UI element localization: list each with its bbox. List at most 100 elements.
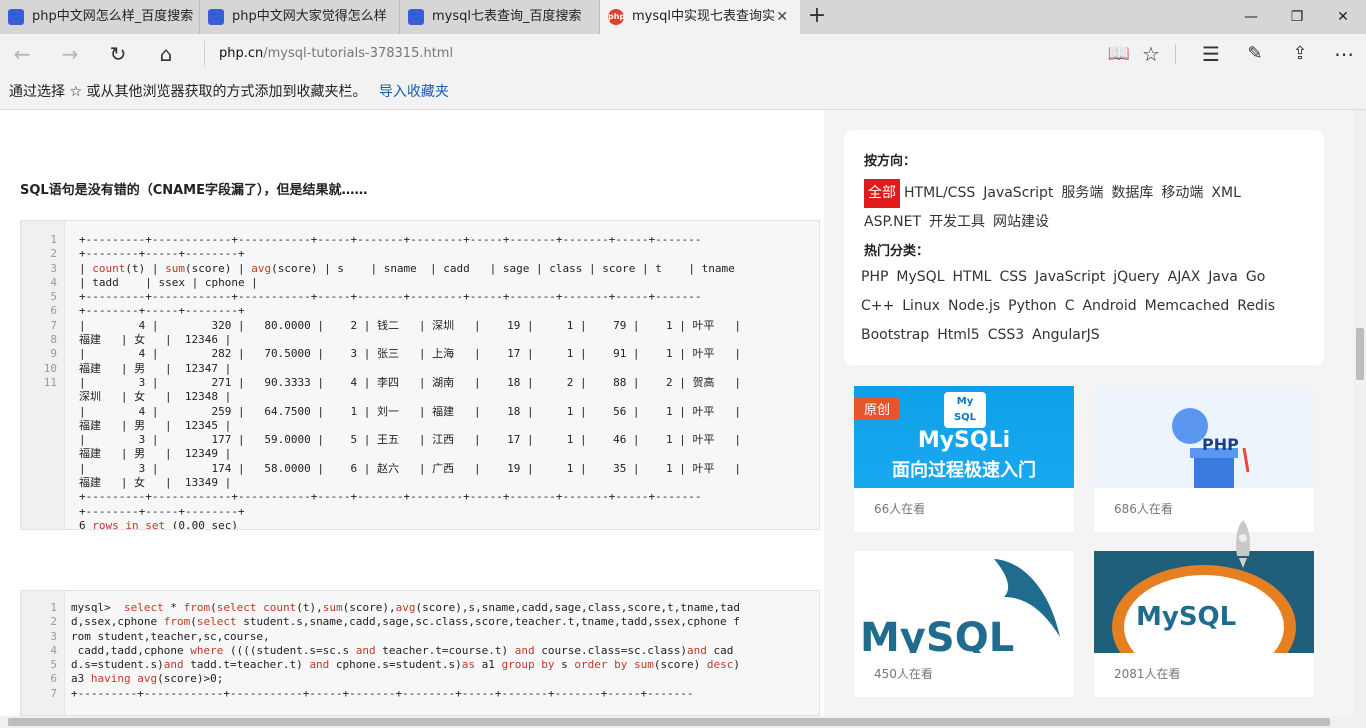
code-line: +---------+------------+-----------+----…: [79, 490, 702, 504]
more-icon[interactable]: ⋯: [1328, 38, 1360, 70]
course-card[interactable]: MySQL 2081人在看: [1094, 551, 1314, 697]
refresh-icon[interactable]: ↻: [102, 38, 134, 70]
logo-text: MySQL: [1136, 602, 1236, 632]
code-line: cadd,tadd,cphone where ((((student.s=sc.…: [71, 643, 734, 657]
code-line: | count(t) | sum(score) | avg(score) | s…: [79, 261, 735, 275]
scroll-thumb[interactable]: [1356, 328, 1364, 380]
line-number: 2: [50, 615, 57, 629]
baidu-paw-icon: 🐾: [208, 9, 224, 25]
category-link[interactable]: 移动端: [1161, 179, 1203, 208]
maximize-button[interactable]: ❐: [1274, 0, 1320, 34]
logo-text: My SQL: [953, 396, 977, 423]
horizontal-scrollbar[interactable]: [0, 716, 1366, 728]
category-link[interactable]: MySQL: [896, 263, 944, 292]
article-content: SQL语句是没有错的（CNAME字段漏了），但是结果就…… 1234567891…: [0, 110, 824, 716]
category-link[interactable]: HTML: [953, 263, 992, 292]
category-link[interactable]: HTML/CSS: [904, 179, 975, 208]
category-link[interactable]: ASP.NET: [864, 208, 921, 237]
favorite-star-icon[interactable]: ☆: [1135, 38, 1167, 70]
tab-2[interactable]: 🐾 php中文网大家觉得怎么样: [200, 0, 400, 34]
category-link[interactable]: JavaScript: [983, 179, 1053, 208]
category-link[interactable]: C: [1065, 292, 1075, 321]
line-number: 9: [50, 347, 57, 361]
mysql-dolphin-icon: MySQL: [860, 559, 1060, 653]
category-link[interactable]: Android: [1082, 292, 1136, 321]
new-tab-button[interactable]: +: [806, 0, 828, 34]
article-heading: SQL语句是没有错的（CNAME字段漏了），但是结果就……: [20, 183, 368, 198]
category-link[interactable]: Node.js: [948, 292, 1000, 321]
tab-1[interactable]: 🐾 php中文网怎么样_百度搜索: [0, 0, 200, 34]
url-host: php.cn: [219, 46, 264, 61]
category-link[interactable]: XML: [1211, 179, 1240, 208]
view-count: 686人在看: [1114, 502, 1173, 516]
code-line: | 4 | 320 | 80.0000 | 2 | 钱二 | 深圳 | 19 |…: [79, 318, 742, 332]
category-link[interactable]: Java: [1208, 263, 1238, 292]
category-link[interactable]: 数据库: [1111, 179, 1153, 208]
category-link[interactable]: JavaScript: [1035, 263, 1105, 292]
import-favorites-link[interactable]: 导入收藏夹: [379, 84, 449, 100]
category-link[interactable]: 开发工具: [929, 208, 985, 237]
code-line: d,ssex,cphone from(select student.s,snam…: [71, 615, 740, 629]
course-thumbnail: PHP: [1094, 386, 1314, 488]
tab-strip: 🐾 php中文网怎么样_百度搜索 🐾 php中文网大家觉得怎么样 🐾 mysql…: [0, 0, 1366, 34]
code-line: +---------+------------+-----------+----…: [79, 290, 702, 304]
category-link[interactable]: Bootstrap: [861, 321, 929, 350]
minimize-button[interactable]: —: [1228, 0, 1274, 34]
category-link[interactable]: jQuery: [1113, 263, 1159, 292]
category-link[interactable]: 全部: [864, 179, 900, 208]
course-card[interactable]: MySQL 450人在看: [854, 551, 1074, 697]
address-field[interactable]: php.cn/mysql-tutorials-378315.html: [204, 41, 1004, 67]
category-link[interactable]: AJAX: [1168, 263, 1201, 292]
category-link[interactable]: 服务端: [1061, 179, 1103, 208]
code-line: rom student,teacher,sc,course,: [71, 629, 270, 643]
course-card[interactable]: PHP 686人在看: [1094, 386, 1314, 532]
sidebar: 按方向： 全部 HTML/CSS JavaScript 服务端 数据库 移动端 XML ASP…: [824, 110, 1354, 716]
tab-4-active[interactable]: php mysql中实现七表查询实 ✕: [600, 0, 800, 34]
category-link[interactable]: Html5: [937, 321, 979, 350]
code-line: 福建 | 女 | 12346 |: [79, 333, 232, 347]
line-number: 3: [50, 629, 57, 643]
direction-label: 按方向：: [864, 154, 917, 169]
category-link[interactable]: 网站建设: [993, 208, 1049, 237]
category-link[interactable]: PHP: [861, 263, 888, 292]
tab-3[interactable]: 🐾 mysql七表查询_百度搜索: [400, 0, 600, 34]
line-number: 7: [50, 318, 57, 332]
category-link[interactable]: C++: [861, 292, 894, 321]
logo-text: MySQL: [860, 615, 1014, 653]
vertical-scrollbar[interactable]: [1354, 110, 1366, 716]
course-card[interactable]: 原创 My SQL MySQLi 面向过程极速入门 66人在看: [854, 386, 1074, 532]
reading-view-icon[interactable]: 📖: [1103, 38, 1135, 70]
code-line: mysql> select * from(select count(t),sum…: [71, 601, 740, 614]
line-number: 7: [50, 686, 57, 700]
code-block-query: 1234567 mysql> select * from(select coun…: [20, 590, 820, 716]
close-window-button[interactable]: ✕: [1320, 0, 1366, 34]
close-tab-icon[interactable]: ✕: [776, 0, 788, 34]
code-line: | 3 | 174 | 58.0000 | 6 | 赵六 | 广西 | 19 |…: [79, 461, 742, 475]
category-link[interactable]: CSS: [999, 263, 1027, 292]
share-icon[interactable]: ⇪: [1284, 38, 1316, 70]
code-lines: mysql> select * from(select count(t),sum…: [71, 601, 740, 701]
scroll-thumb[interactable]: [8, 718, 1330, 726]
line-numbers: 1 2 3 4 5 6 7 8 9 10 11: [21, 233, 57, 390]
category-link[interactable]: Redis: [1237, 292, 1275, 321]
back-to-top-rocket-icon[interactable]: [1230, 518, 1256, 570]
logo-text: PHP: [1202, 435, 1239, 454]
category-link[interactable]: Go: [1246, 263, 1265, 292]
home-icon[interactable]: ⌂: [150, 38, 182, 70]
back-arrow-icon[interactable]: ←: [6, 38, 38, 70]
category-link[interactable]: Python: [1008, 292, 1057, 321]
code-line: +--------+-----+--------+: [79, 304, 245, 318]
category-link[interactable]: AngularJS: [1032, 321, 1099, 350]
tab-title: mysql中实现七表查询实: [632, 9, 775, 24]
category-link[interactable]: Linux: [902, 292, 940, 321]
category-link[interactable]: Memcached: [1145, 292, 1230, 321]
code-line: 6 rows in set (0.00 sec): [79, 518, 238, 530]
line-number: 3: [50, 261, 57, 275]
code-line: a3 having avg(score)>0;: [71, 672, 224, 686]
hub-icon[interactable]: ☰: [1195, 38, 1227, 70]
code-line: | 4 | 282 | 70.5000 | 3 | 张三 | 上海 | 17 |…: [79, 347, 742, 361]
web-note-icon[interactable]: ✎: [1239, 38, 1271, 70]
hot-label: 热门分类：: [864, 244, 930, 259]
forward-arrow-icon[interactable]: →: [54, 38, 86, 70]
category-link[interactable]: CSS3: [988, 321, 1024, 350]
